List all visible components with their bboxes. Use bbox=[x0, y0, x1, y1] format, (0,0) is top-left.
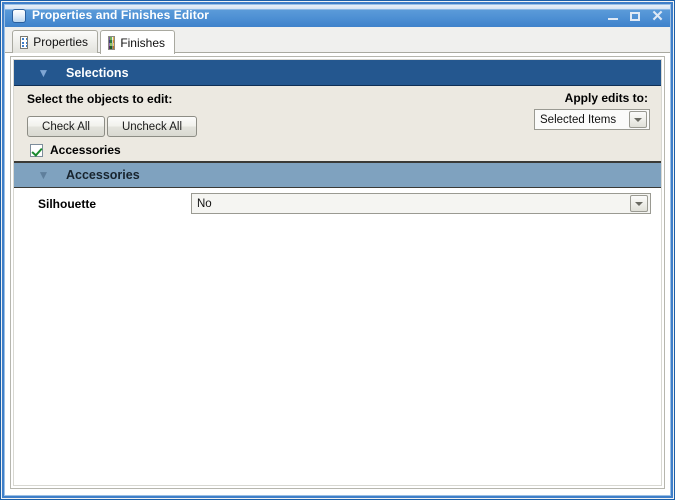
tab-finishes[interactable]: Finishes bbox=[100, 30, 175, 54]
check-all-button[interactable]: Check All bbox=[27, 116, 105, 137]
list-icon bbox=[20, 35, 29, 49]
window-frame-border: Properties and Finishes Editor ✕ Propert… bbox=[2, 2, 673, 498]
title-bar[interactable]: Properties and Finishes Editor ✕ bbox=[5, 5, 670, 27]
apply-edits-group: Apply edits to: Selected Items bbox=[534, 91, 650, 130]
maximize-button[interactable] bbox=[629, 10, 642, 23]
selections-section-body: Select the objects to edit: Check All Un… bbox=[14, 86, 661, 162]
accessories-checkbox[interactable] bbox=[30, 143, 43, 157]
color-swatch-grid-icon bbox=[108, 35, 116, 50]
apply-edits-label: Apply edits to: bbox=[564, 91, 648, 105]
chevron-down-icon[interactable] bbox=[630, 195, 648, 212]
tab-properties-label: Properties bbox=[33, 35, 88, 49]
window-frame-inner: Properties and Finishes Editor ✕ Propert… bbox=[4, 4, 671, 496]
tab-strip: Properties Finishes bbox=[5, 27, 670, 54]
accessories-checkbox-label: Accessories bbox=[50, 143, 121, 157]
window-title: Properties and Finishes Editor bbox=[32, 8, 210, 22]
uncheck-all-button[interactable]: Uncheck All bbox=[107, 116, 197, 137]
chevron-down-icon[interactable]: ▼ bbox=[37, 67, 50, 79]
close-button[interactable]: ✕ bbox=[651, 9, 664, 24]
chevron-down-icon[interactable]: ▼ bbox=[37, 169, 50, 181]
silhouette-value: No bbox=[197, 197, 212, 210]
accessories-properties-area: Silhouette No bbox=[14, 188, 661, 485]
minimize-button[interactable] bbox=[607, 10, 620, 23]
content-panel: ▼ Selections Select the objects to edit:… bbox=[10, 56, 665, 489]
content-panel-inner: ▼ Selections Select the objects to edit:… bbox=[13, 59, 662, 486]
app-window-icon bbox=[12, 9, 26, 23]
accessories-section-title: Accessories bbox=[66, 168, 140, 182]
property-row-silhouette: Silhouette No bbox=[14, 188, 661, 219]
window-controls: ✕ bbox=[607, 5, 664, 27]
accessories-section-header[interactable]: ▼ Accessories bbox=[14, 162, 661, 188]
selections-section-title: Selections bbox=[66, 65, 129, 80]
selections-section-header[interactable]: ▼ Selections bbox=[14, 60, 661, 86]
chevron-down-icon[interactable] bbox=[629, 111, 647, 128]
silhouette-dropdown[interactable]: No bbox=[191, 193, 651, 214]
apply-edits-value: Selected Items bbox=[540, 113, 617, 126]
apply-edits-dropdown[interactable]: Selected Items bbox=[534, 109, 650, 130]
silhouette-label: Silhouette bbox=[38, 196, 97, 211]
tab-properties[interactable]: Properties bbox=[12, 30, 98, 53]
accessories-checkbox-row[interactable]: Accessories bbox=[30, 143, 121, 157]
tab-finishes-label: Finishes bbox=[120, 35, 165, 50]
application-window: Properties and Finishes Editor ✕ Propert… bbox=[0, 0, 675, 500]
select-objects-label: Select the objects to edit: bbox=[27, 92, 173, 106]
